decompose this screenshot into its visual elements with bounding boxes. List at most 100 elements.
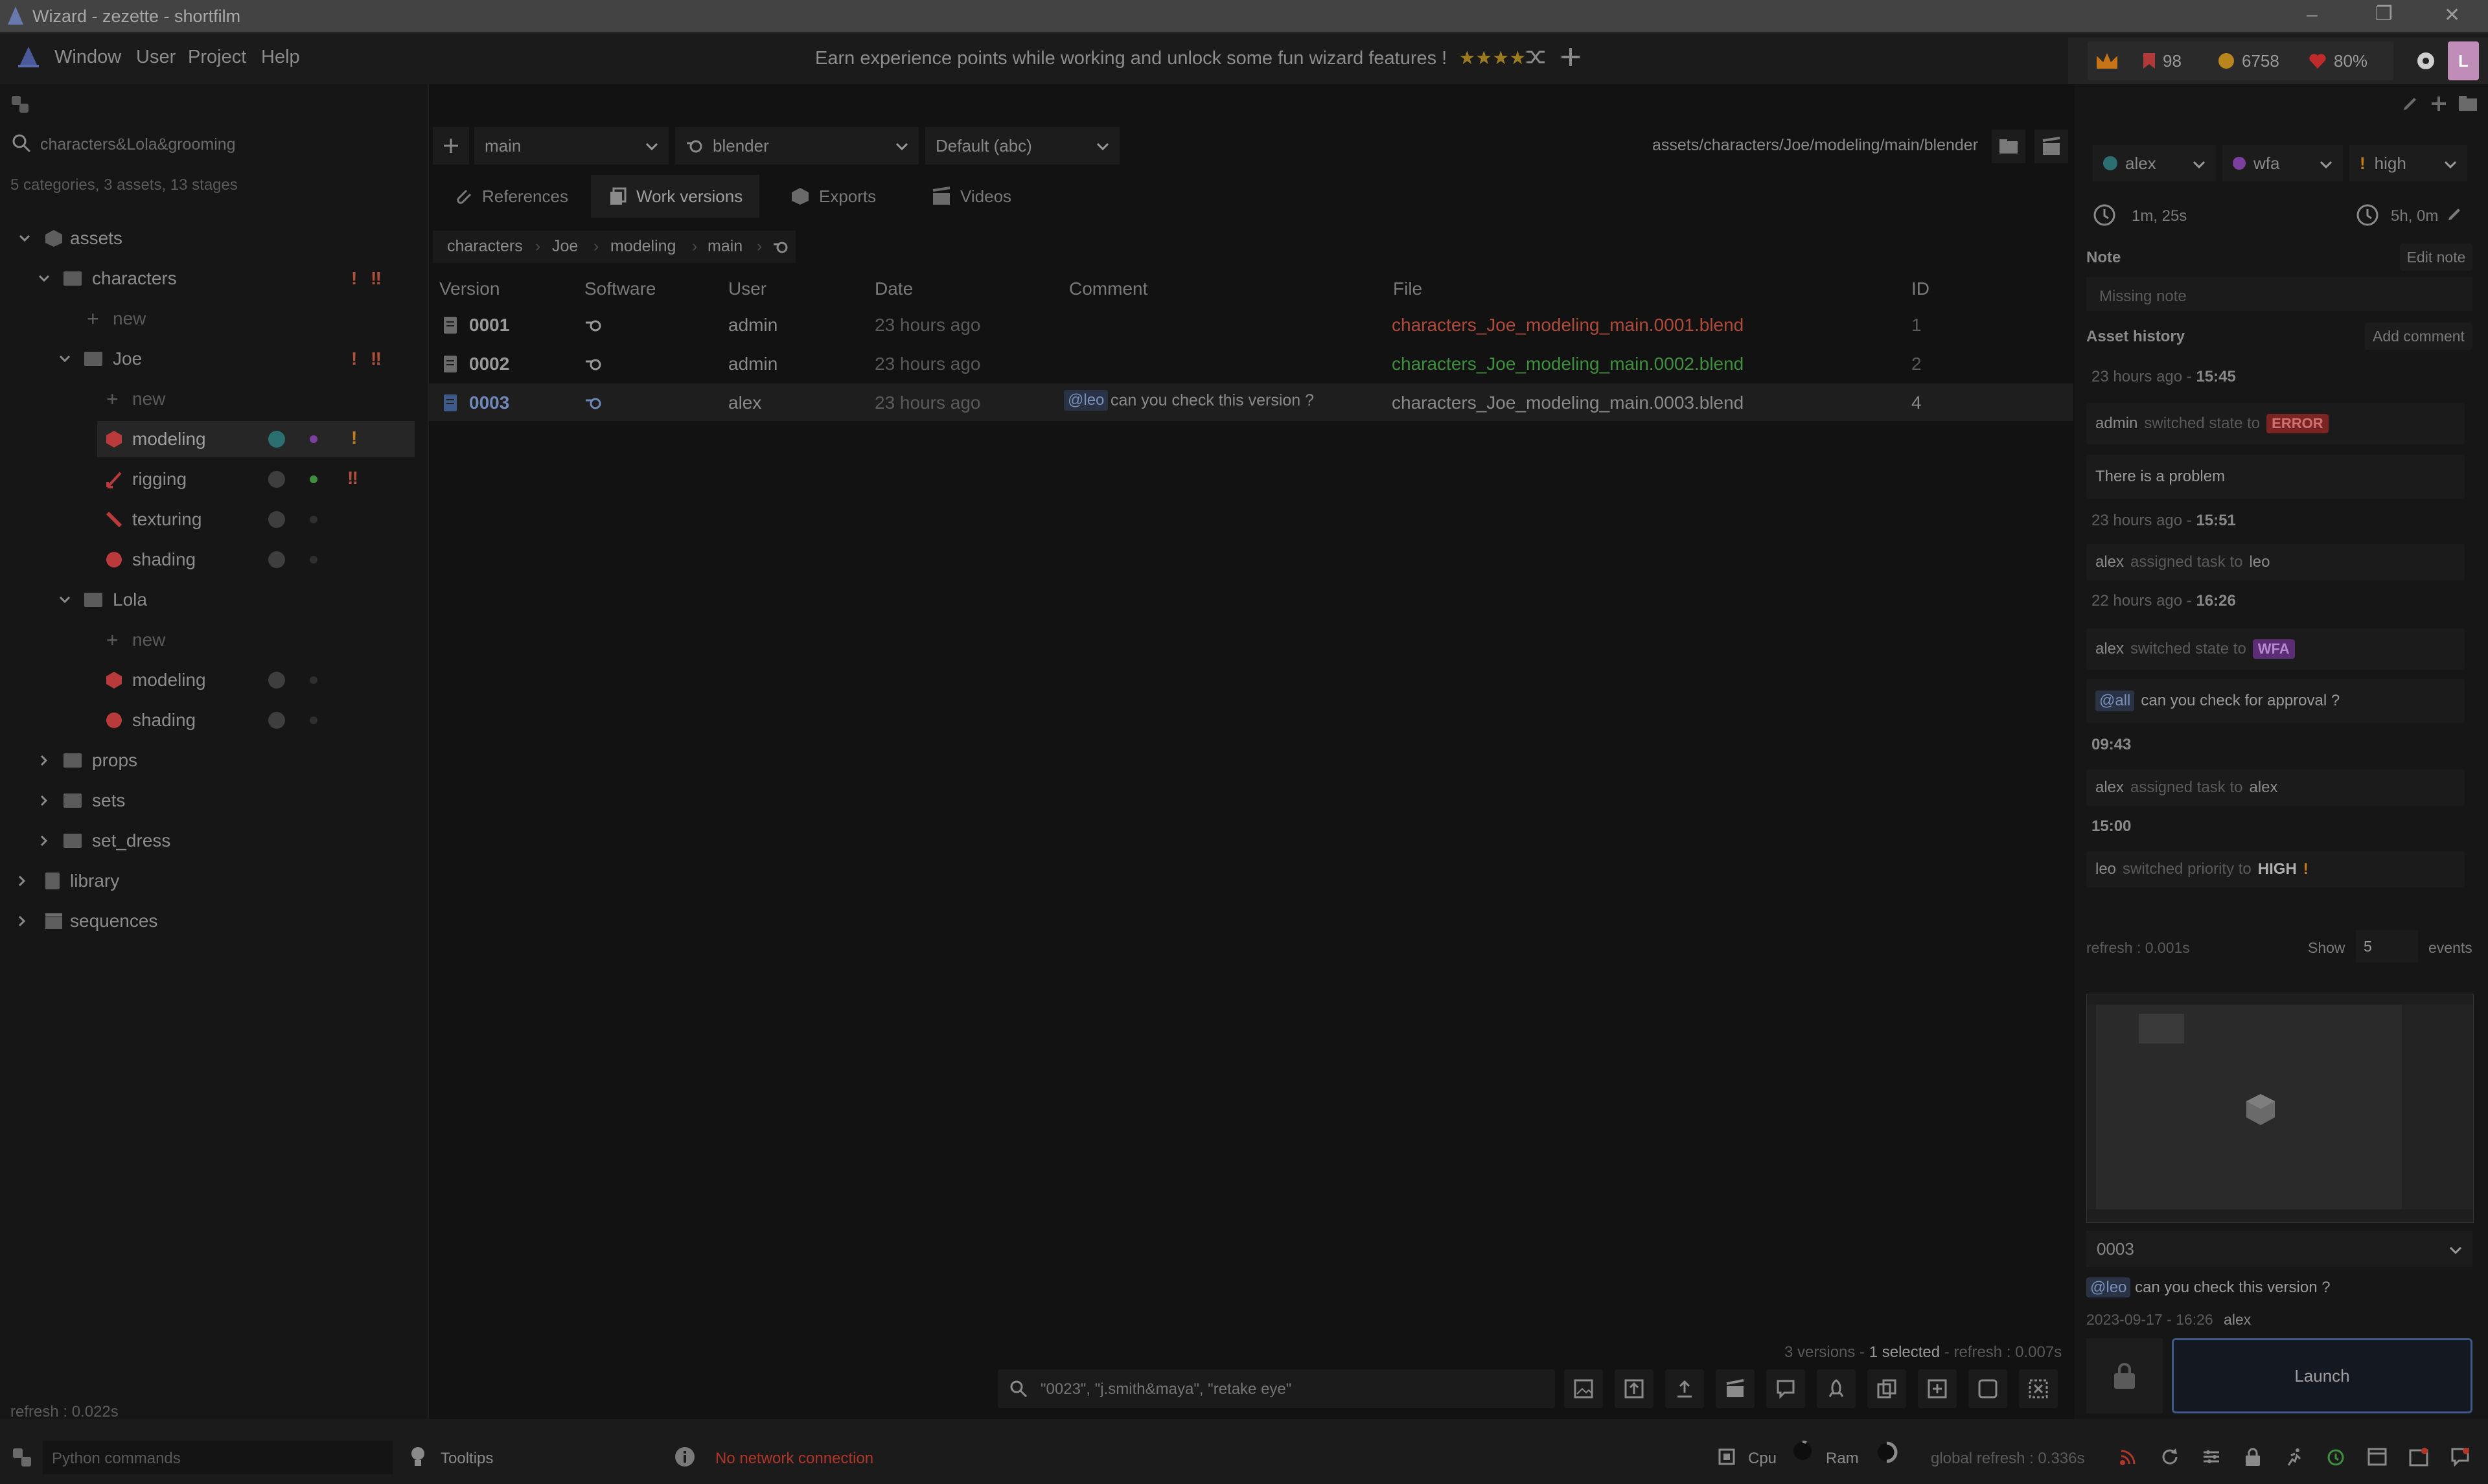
version-preview-image[interactable] bbox=[2086, 994, 2474, 1223]
edit-icon[interactable] bbox=[2401, 95, 2419, 113]
tooltips-toggle[interactable]: Tooltips bbox=[441, 1450, 493, 1468]
priority-dropdown[interactable]: ! high bbox=[2349, 145, 2467, 181]
upload-button[interactable] bbox=[1665, 1369, 1704, 1408]
software-dropdown[interactable]: blender bbox=[675, 127, 919, 165]
calendar-alert-icon[interactable] bbox=[2404, 1442, 2434, 1472]
tab-work-versions[interactable]: Work versions bbox=[591, 175, 760, 218]
breadcrumb-main[interactable]: main bbox=[708, 237, 743, 256]
tree-node-library[interactable]: library bbox=[0, 863, 415, 899]
add-comment-button[interactable]: Add comment bbox=[2365, 323, 2472, 350]
shuffle-icon[interactable] bbox=[1524, 45, 1547, 69]
launch-rocket-button[interactable] bbox=[1817, 1369, 1856, 1408]
tree-new-characters[interactable]: + new bbox=[0, 301, 415, 337]
bookmarks-stat[interactable]: 98 bbox=[2134, 41, 2215, 80]
edit-note-button[interactable]: Edit note bbox=[2400, 244, 2472, 271]
console-icon[interactable] bbox=[2362, 1442, 2392, 1472]
edit-estimate-icon[interactable] bbox=[2447, 206, 2463, 223]
breadcrumb-joe[interactable]: Joe bbox=[552, 237, 578, 256]
lock-button[interactable] bbox=[2086, 1338, 2163, 1413]
maximize-icon[interactable]: ❐ bbox=[2375, 3, 2393, 25]
chevron-right-icon[interactable] bbox=[36, 753, 52, 768]
tree-node-joe[interactable]: Joe ! ‼ bbox=[0, 341, 415, 377]
menu-help[interactable]: Help bbox=[261, 47, 300, 68]
tree-new-joe[interactable]: + new bbox=[0, 381, 415, 417]
breadcrumb-characters[interactable]: characters bbox=[447, 237, 523, 256]
refresh-icon[interactable] bbox=[2155, 1442, 2185, 1472]
preview-version-select[interactable]: 0003 bbox=[2086, 1231, 2472, 1267]
tree-node-sets[interactable]: sets bbox=[0, 782, 415, 819]
breadcrumb-modeling[interactable]: modeling bbox=[610, 237, 676, 256]
add-icon[interactable] bbox=[1559, 45, 1582, 69]
comment-button[interactable] bbox=[1766, 1369, 1805, 1408]
column-version[interactable]: Version bbox=[439, 279, 500, 299]
settings-icon[interactable] bbox=[2414, 41, 2437, 80]
tab-exports[interactable]: Exports bbox=[774, 175, 893, 218]
coins-stat[interactable]: 6758 bbox=[2209, 41, 2305, 80]
rss-icon[interactable] bbox=[2114, 1442, 2143, 1472]
version-search-input[interactable] bbox=[1039, 1376, 1547, 1403]
tree-stage-joe-modeling[interactable]: modeling ! bbox=[97, 421, 415, 457]
screenshot-button[interactable] bbox=[1564, 1369, 1603, 1408]
chevron-right-icon[interactable] bbox=[36, 793, 52, 808]
tree-stage-lola-modeling[interactable]: modeling bbox=[0, 662, 415, 698]
assignee-dropdown[interactable]: alex bbox=[2093, 145, 2216, 181]
sliders-icon[interactable] bbox=[2196, 1442, 2226, 1472]
python-commands-placeholder[interactable]: Python commands bbox=[52, 1450, 181, 1468]
chevron-down-icon[interactable] bbox=[17, 231, 32, 246]
table-row-selected[interactable]: 0003 alex 23 hours ago @leo can you chec… bbox=[429, 383, 2073, 421]
tree-stage-lola-shading[interactable]: shading bbox=[0, 702, 415, 738]
tab-references[interactable]: References bbox=[437, 175, 585, 218]
chevron-right-icon[interactable] bbox=[14, 913, 30, 929]
column-comment[interactable]: Comment bbox=[1069, 279, 1147, 299]
state-dropdown[interactable]: wfa bbox=[2222, 145, 2343, 181]
column-user[interactable]: User bbox=[728, 279, 766, 299]
tree-stage-joe-shading[interactable]: shading bbox=[0, 542, 415, 578]
chevron-down-icon[interactable] bbox=[36, 271, 52, 286]
lock-icon[interactable] bbox=[2238, 1442, 2268, 1472]
folder-icon[interactable] bbox=[2458, 95, 2478, 111]
close-icon[interactable]: ✕ bbox=[2444, 4, 2460, 27]
column-id[interactable]: ID bbox=[1911, 279, 1929, 299]
playblast-button[interactable] bbox=[1716, 1369, 1755, 1408]
menu-window[interactable]: Window bbox=[54, 47, 121, 68]
blender-icon[interactable] bbox=[772, 240, 789, 254]
tree-stage-joe-rigging[interactable]: rigging ‼ bbox=[0, 461, 415, 497]
tree-new-lola[interactable]: + new bbox=[0, 622, 415, 658]
variant-dropdown[interactable]: main bbox=[474, 127, 669, 165]
run-icon[interactable] bbox=[2279, 1442, 2309, 1472]
add-icon[interactable] bbox=[2430, 95, 2448, 113]
lightbulb-icon[interactable] bbox=[409, 1446, 426, 1468]
tree-stage-joe-texturing[interactable]: texturing bbox=[0, 501, 415, 538]
chevron-down-icon[interactable] bbox=[57, 351, 73, 367]
clapperboard-button[interactable] bbox=[2034, 130, 2068, 163]
health-stat[interactable]: 80% bbox=[2300, 41, 2393, 80]
archive-button[interactable] bbox=[2019, 1369, 2058, 1408]
add-variant-button[interactable] bbox=[433, 127, 469, 165]
tree-search-input[interactable] bbox=[39, 131, 417, 158]
chevron-right-icon[interactable] bbox=[36, 833, 52, 849]
table-row[interactable]: 0001 admin 23 hours ago characters_Joe_m… bbox=[429, 306, 2073, 343]
column-file[interactable]: File bbox=[1393, 279, 1422, 299]
menu-project[interactable]: Project bbox=[188, 47, 246, 68]
chevron-right-icon[interactable] bbox=[14, 873, 30, 889]
export-format-dropdown[interactable]: Default (abc) bbox=[925, 127, 1120, 165]
chevron-down-icon[interactable] bbox=[57, 592, 73, 608]
table-row[interactable]: 0002 admin 23 hours ago characters_Joe_m… bbox=[429, 345, 2073, 382]
tree-node-characters[interactable]: characters ! ‼ bbox=[0, 260, 415, 297]
column-date[interactable]: Date bbox=[875, 279, 913, 299]
tree-node-assets[interactable]: assets bbox=[0, 220, 415, 257]
new-empty-button[interactable] bbox=[1968, 1369, 2007, 1408]
notification-icon[interactable] bbox=[2445, 1442, 2475, 1472]
duplicate-button[interactable] bbox=[1867, 1369, 1906, 1408]
tab-videos[interactable]: Videos bbox=[915, 175, 1028, 218]
user-avatar[interactable]: L bbox=[2448, 41, 2479, 80]
export-button[interactable] bbox=[1615, 1369, 1653, 1408]
launch-button[interactable]: Launch bbox=[2172, 1338, 2472, 1413]
alarm-clock-icon[interactable] bbox=[2321, 1442, 2351, 1472]
new-version-button[interactable] bbox=[1918, 1369, 1957, 1408]
events-count-input[interactable]: 5 bbox=[2356, 930, 2418, 963]
crown-icon[interactable] bbox=[2088, 41, 2141, 80]
tree-node-sequences[interactable]: sequences bbox=[0, 903, 415, 939]
open-folder-button[interactable] bbox=[1992, 130, 2025, 163]
menu-user[interactable]: User bbox=[136, 47, 176, 68]
